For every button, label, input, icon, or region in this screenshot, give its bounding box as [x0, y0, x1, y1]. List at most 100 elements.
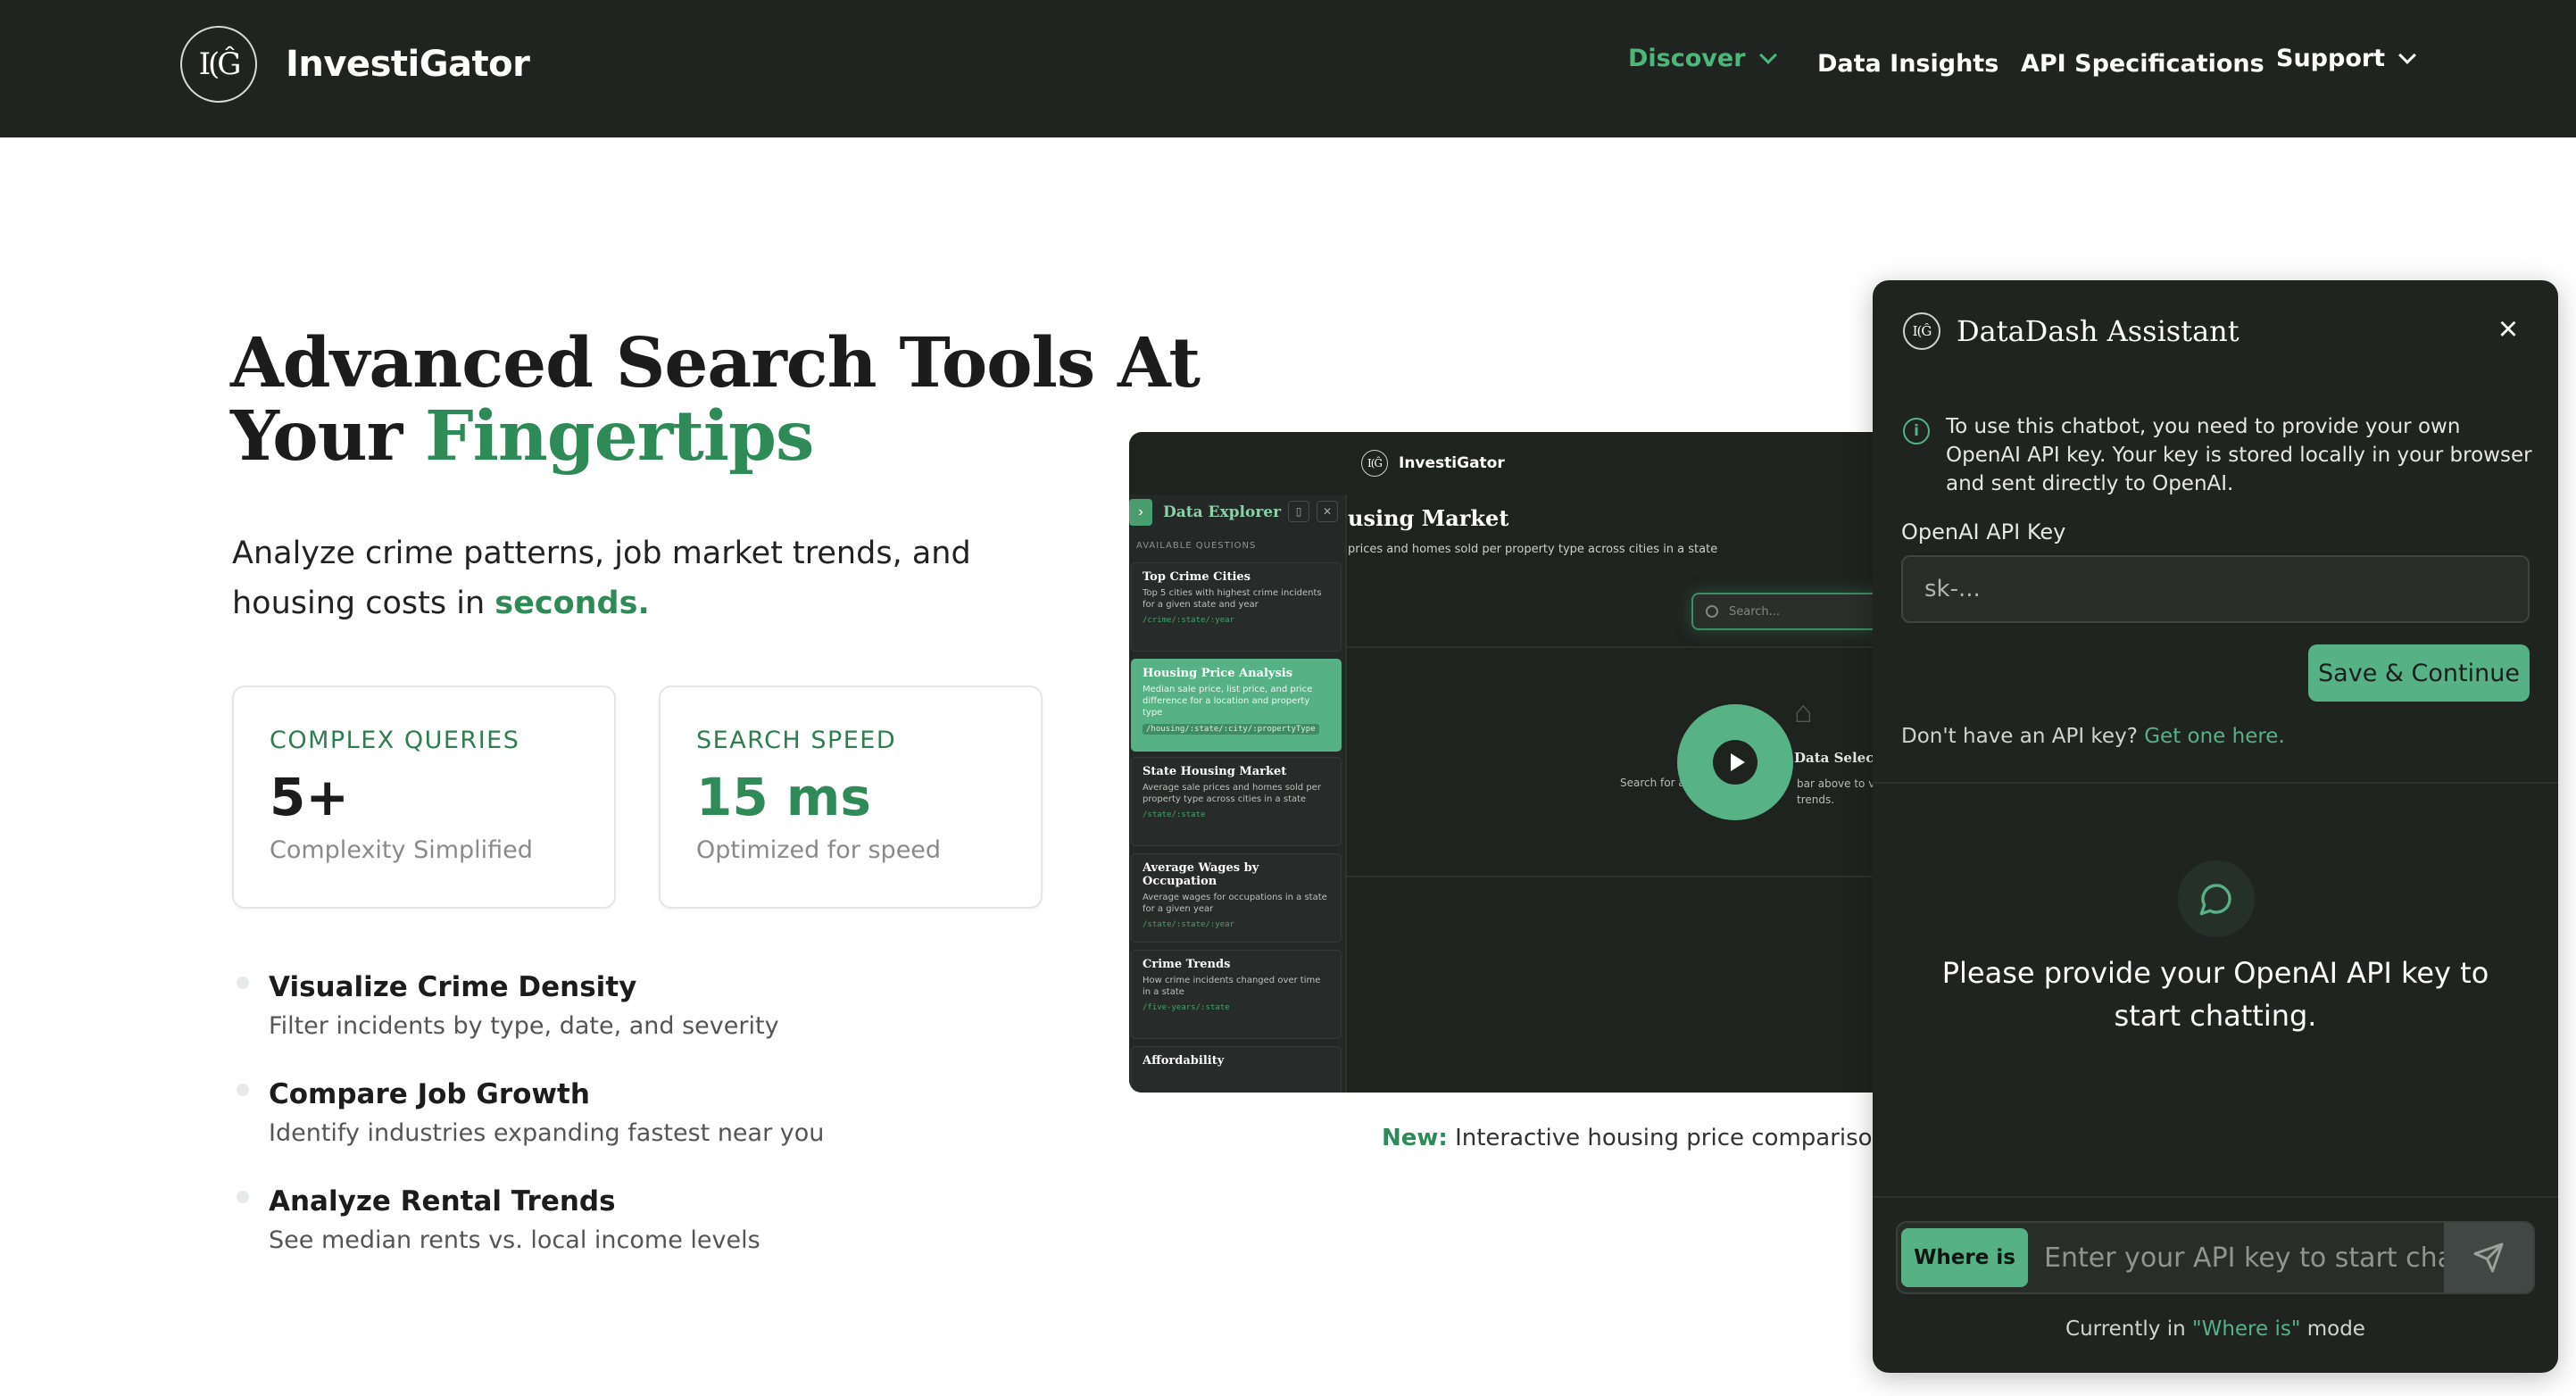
- mode-status-prefix: Currently in: [2065, 1317, 2192, 1341]
- api-key-notice-text: To use this chatbot, you need to provide…: [1946, 415, 2532, 495]
- preview-caption: New: Interactive housing price compariso…: [1382, 1125, 1919, 1151]
- nav-data-insights[interactable]: Data Insights: [1817, 50, 1998, 78]
- preview-data-selected: Data Selecte: [1794, 750, 1879, 766]
- preview-main-subtitle: prices and homes sold per property type …: [1348, 543, 1718, 556]
- preview-bar-hint: bar above to vi trends.: [1797, 776, 1878, 808]
- preview-card: Average Wages by Occupation Average wage…: [1131, 853, 1342, 943]
- nav-api-specifications[interactable]: API Specifications: [2021, 50, 2264, 78]
- stat-value: 5+: [270, 767, 349, 827]
- feature-title: Analyze Rental Trends: [269, 1185, 616, 1217]
- nav-discover[interactable]: Discover: [1628, 45, 1777, 72]
- preview-card: Crime Trends How crime incidents changed…: [1131, 950, 1342, 1039]
- nav-data-insights-label: Data Insights: [1817, 50, 1999, 78]
- feature-title: Compare Job Growth: [269, 1078, 590, 1110]
- preview-brand: InvestiGator: [1399, 454, 1505, 472]
- chat-assistant-panel: I(Ĝ DataDash Assistant × i To use this c…: [1873, 280, 2558, 1373]
- hero-title-line1: Advanced Search Tools At: [230, 323, 1201, 403]
- mode-status-mode: "Where is": [2192, 1317, 2301, 1341]
- preview-card-title: Housing Price Analysis: [1143, 667, 1293, 680]
- preview-card: Affordability: [1131, 1046, 1342, 1093]
- product-preview-video[interactable]: I(Ĝ InvestiGator › Data Explorer ▯ ✕ AVA…: [1129, 432, 1879, 1093]
- caption-new-badge: New:: [1382, 1125, 1448, 1151]
- preview-card-path: /state/:state/:year: [1143, 920, 1234, 929]
- preview-card-title: Affordability: [1143, 1054, 1225, 1068]
- bullet-dot-icon: [237, 1191, 249, 1203]
- info-icon: i: [1903, 418, 1930, 445]
- feature-item-rental-trends: Analyze Rental Trends See median rents v…: [237, 1185, 1040, 1254]
- nav-discover-label: Discover: [1628, 45, 1746, 72]
- mode-status-suffix: mode: [2300, 1317, 2365, 1341]
- hero-title-line2: Your: [230, 396, 425, 477]
- preview-bar-hint-2: trends.: [1797, 794, 1835, 806]
- preview-card-path: /state/:state: [1143, 810, 1206, 819]
- preview-card-path: /crime/:state/:year: [1143, 616, 1234, 625]
- preview-main-title: using Market: [1348, 505, 1509, 531]
- no-key-hint: Don't have an API key? Get one here.: [1901, 725, 2285, 748]
- preview-sidebar-header: › Data Explorer ▯ ✕: [1129, 494, 1347, 530]
- bookmark-icon: ▯: [1288, 501, 1309, 522]
- preview-search-box: Search...: [1691, 593, 1879, 630]
- chevron-down-icon: [2398, 46, 2416, 64]
- preview-card-title: Top Crime Cities: [1143, 570, 1251, 584]
- preview-search-hint: Search for a: [1620, 777, 1685, 789]
- divider: [1347, 876, 1879, 877]
- hero-subtitle-accent: seconds.: [494, 586, 650, 621]
- divider: [1873, 1196, 2558, 1198]
- chat-empty-state: Please provide your OpenAI API key to st…: [1941, 956, 2489, 1033]
- preview-card-title: Average Wages by Occupation: [1143, 861, 1259, 888]
- mode-status: Currently in "Where is" mode: [1873, 1317, 2558, 1341]
- chat-header: I(Ĝ DataDash Assistant: [1903, 312, 2239, 350]
- preview-card-desc: Top 5 cities with highest crime incident…: [1143, 588, 1322, 610]
- message-input[interactable]: [2037, 1223, 2456, 1292]
- bullet-dot-icon: [237, 1084, 249, 1096]
- close-icon[interactable]: ×: [2492, 312, 2524, 346]
- preview-card: Top Crime Cities Top 5 cities with highe…: [1131, 562, 1342, 652]
- caption-text: Interactive housing price comparisons c: [1447, 1125, 1920, 1151]
- api-key-label: OpenAI API Key: [1901, 519, 2066, 544]
- preview-card-desc: Average sale prices and homes sold per p…: [1143, 783, 1321, 804]
- chat-composer: Where is: [1896, 1221, 2535, 1294]
- feature-description: Filter incidents by type, date, and seve…: [269, 1012, 779, 1040]
- preview-card-title: State Housing Market: [1143, 765, 1287, 778]
- api-key-input[interactable]: [1901, 555, 2530, 623]
- chat-title: DataDash Assistant: [1957, 314, 2239, 348]
- feature-item-job-growth: Compare Job Growth Identify industries e…: [237, 1078, 1040, 1147]
- hero-title-accent: Fingertips: [425, 396, 814, 477]
- play-icon: [1713, 740, 1757, 785]
- mode-toggle-button[interactable]: Where is: [1901, 1228, 2028, 1287]
- brand-name: InvestiGator: [286, 44, 530, 85]
- close-icon: ✕: [1317, 501, 1338, 522]
- nav-support-label: Support: [2276, 45, 2386, 72]
- preview-card: State Housing Market Average sale prices…: [1131, 757, 1342, 846]
- feature-item-crime-density: Visualize Crime Density Filter incidents…: [237, 971, 1040, 1040]
- bullet-dot-icon: [237, 976, 249, 989]
- hero-title: Advanced Search Tools At Your Fingertips: [230, 327, 1201, 473]
- preview-card-path: /five-years/:state: [1143, 1003, 1230, 1012]
- preview-card-path: /housing/:state/:city/:propertyType: [1143, 724, 1319, 735]
- preview-sidebar-title: Data Explorer: [1163, 503, 1282, 521]
- stat-label: SEARCH SPEED: [696, 727, 897, 754]
- top-nav: I(Ĝ InvestiGator Discover Data Insights …: [0, 0, 2576, 137]
- chat-logo: I(Ĝ: [1903, 312, 1940, 350]
- play-button[interactable]: [1677, 704, 1793, 820]
- search-icon: [1706, 605, 1718, 618]
- preview-sidebar: › Data Explorer ▯ ✕ AVAILABLE QUESTIONS …: [1129, 494, 1347, 1093]
- preview-bar-hint-1: bar above to vi: [1797, 777, 1878, 790]
- preview-search-placeholder: Search...: [1729, 604, 1781, 619]
- feature-description: Identify industries expanding fastest ne…: [269, 1119, 825, 1147]
- divider: [1347, 646, 1879, 648]
- preview-card-title: Crime Trends: [1143, 958, 1231, 971]
- brand-home-link[interactable]: I(Ĝ InvestiGator: [180, 26, 530, 103]
- chevron-down-icon: [1758, 46, 1777, 64]
- save-continue-button[interactable]: Save & Continue: [2308, 644, 2530, 702]
- chevron-right-icon: ›: [1129, 499, 1152, 526]
- send-button[interactable]: [2444, 1223, 2533, 1292]
- preview-available-label: AVAILABLE QUESTIONS: [1136, 541, 1257, 551]
- get-api-key-link[interactable]: Get one here.: [2144, 725, 2285, 748]
- hero-subtitle: Analyze crime patterns, job market trend…: [232, 528, 1035, 628]
- stat-card-complex-queries: COMPLEX QUERIES 5+ Complexity Simplified: [232, 686, 616, 909]
- no-key-text: Don't have an API key?: [1901, 725, 2145, 748]
- nav-support[interactable]: Support: [2276, 45, 2416, 72]
- chat-bubble-icon: [2178, 860, 2255, 937]
- stat-caption: Optimized for speed: [696, 836, 942, 864]
